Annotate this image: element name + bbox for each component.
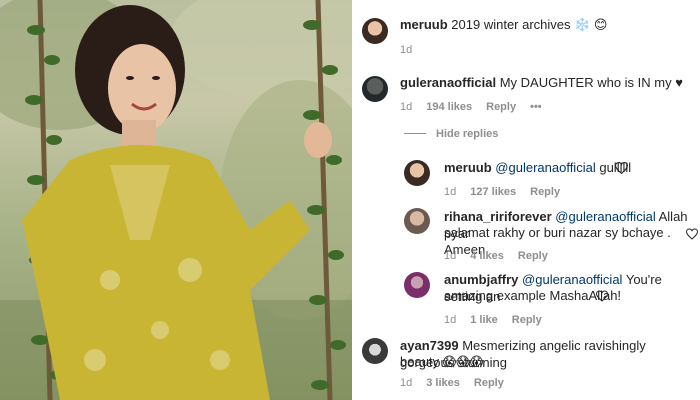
comment-time[interactable]: 1d [400,101,412,113]
post-photo-illustration [0,0,352,400]
reply-likes[interactable]: 4 likes [470,250,504,262]
comment-username[interactable]: ayan7399 [400,338,459,353]
comment-time[interactable]: 1d [400,377,412,389]
comment-likes[interactable]: 3 likes [426,377,460,389]
comments-panel: meruub 2019 winter archives ❄️ 😊 1d gule… [352,0,700,400]
avatar-ayan7399[interactable] [362,338,388,364]
reply-continuation: amazing example MashaAllah! [444,287,621,304]
caption-username[interactable]: meruub [400,17,448,32]
reply-mention[interactable]: @guleranaofficial [522,272,622,287]
reply-button[interactable]: Reply [512,314,542,326]
reply-button[interactable]: Reply [530,186,560,198]
avatar-meruub[interactable] [362,18,388,44]
comment-likes[interactable]: 194 likes [426,101,472,113]
hide-replies-button[interactable]: Hide replies [436,128,498,140]
reply-mention[interactable]: @guleranaofficial [555,209,655,224]
reply-time[interactable]: 1d [444,186,456,198]
heart-outline-icon[interactable] [615,162,628,174]
reply-text-line2: amazing example MashaAllah! [444,288,622,303]
comment-text: My DAUGHTER who is IN my ♥ [499,75,683,90]
avatar-guleranaofficial[interactable] [362,76,388,102]
reply-username[interactable]: rihana_ririforever [444,209,552,224]
avatar-anumbjaffry[interactable] [404,272,430,298]
reply: meruub @guleranaofficial gullllll [444,159,631,176]
reply-likes[interactable]: 1 like [470,314,498,326]
reply-button[interactable]: Reply [486,101,516,113]
avatar-rihana-ririforever[interactable] [404,208,430,234]
reply-mention[interactable]: @guleranaofficial [495,160,595,175]
reply-username[interactable]: meruub [444,160,492,175]
reply-meta: 1d 127 likes Reply [444,186,560,198]
reply-time[interactable]: 1d [444,314,456,326]
reply-button[interactable]: Reply [518,250,548,262]
post-photo [0,0,352,400]
more-options-icon[interactable]: ••• [530,101,542,113]
comment-meta: 1d 194 likes Reply ••• [400,101,542,113]
reply-username[interactable]: anumbjaffry [444,272,518,287]
reply-meta: 1d 4 likes Reply [444,250,548,262]
caption-time[interactable]: 1d [400,44,412,56]
comment: guleranaofficial My DAUGHTER who is IN m… [400,74,683,91]
reply-time[interactable]: 1d [444,250,456,262]
caption: meruub 2019 winter archives ❄️ 😊 [400,16,608,33]
reply-likes[interactable]: 127 likes [470,186,516,198]
hide-replies-line [404,133,426,134]
avatar-meruub-reply[interactable] [404,160,430,186]
comment-text-line2: beauty 😱😱😱 [400,354,484,369]
comment-continuation: beauty 😱😱😱 [400,353,483,370]
caption-text: 2019 winter archives ❄️ 😊 [451,17,608,32]
reply-button[interactable]: Reply [474,377,504,389]
comment-meta: 1d 3 likes Reply [400,377,504,389]
caption-meta: 1d [400,44,412,56]
heart-outline-icon[interactable] [596,290,608,302]
reply-meta: 1d 1 like Reply [444,314,542,326]
heart-outline-icon[interactable] [686,228,698,240]
comment-username[interactable]: guleranaofficial [400,75,496,90]
